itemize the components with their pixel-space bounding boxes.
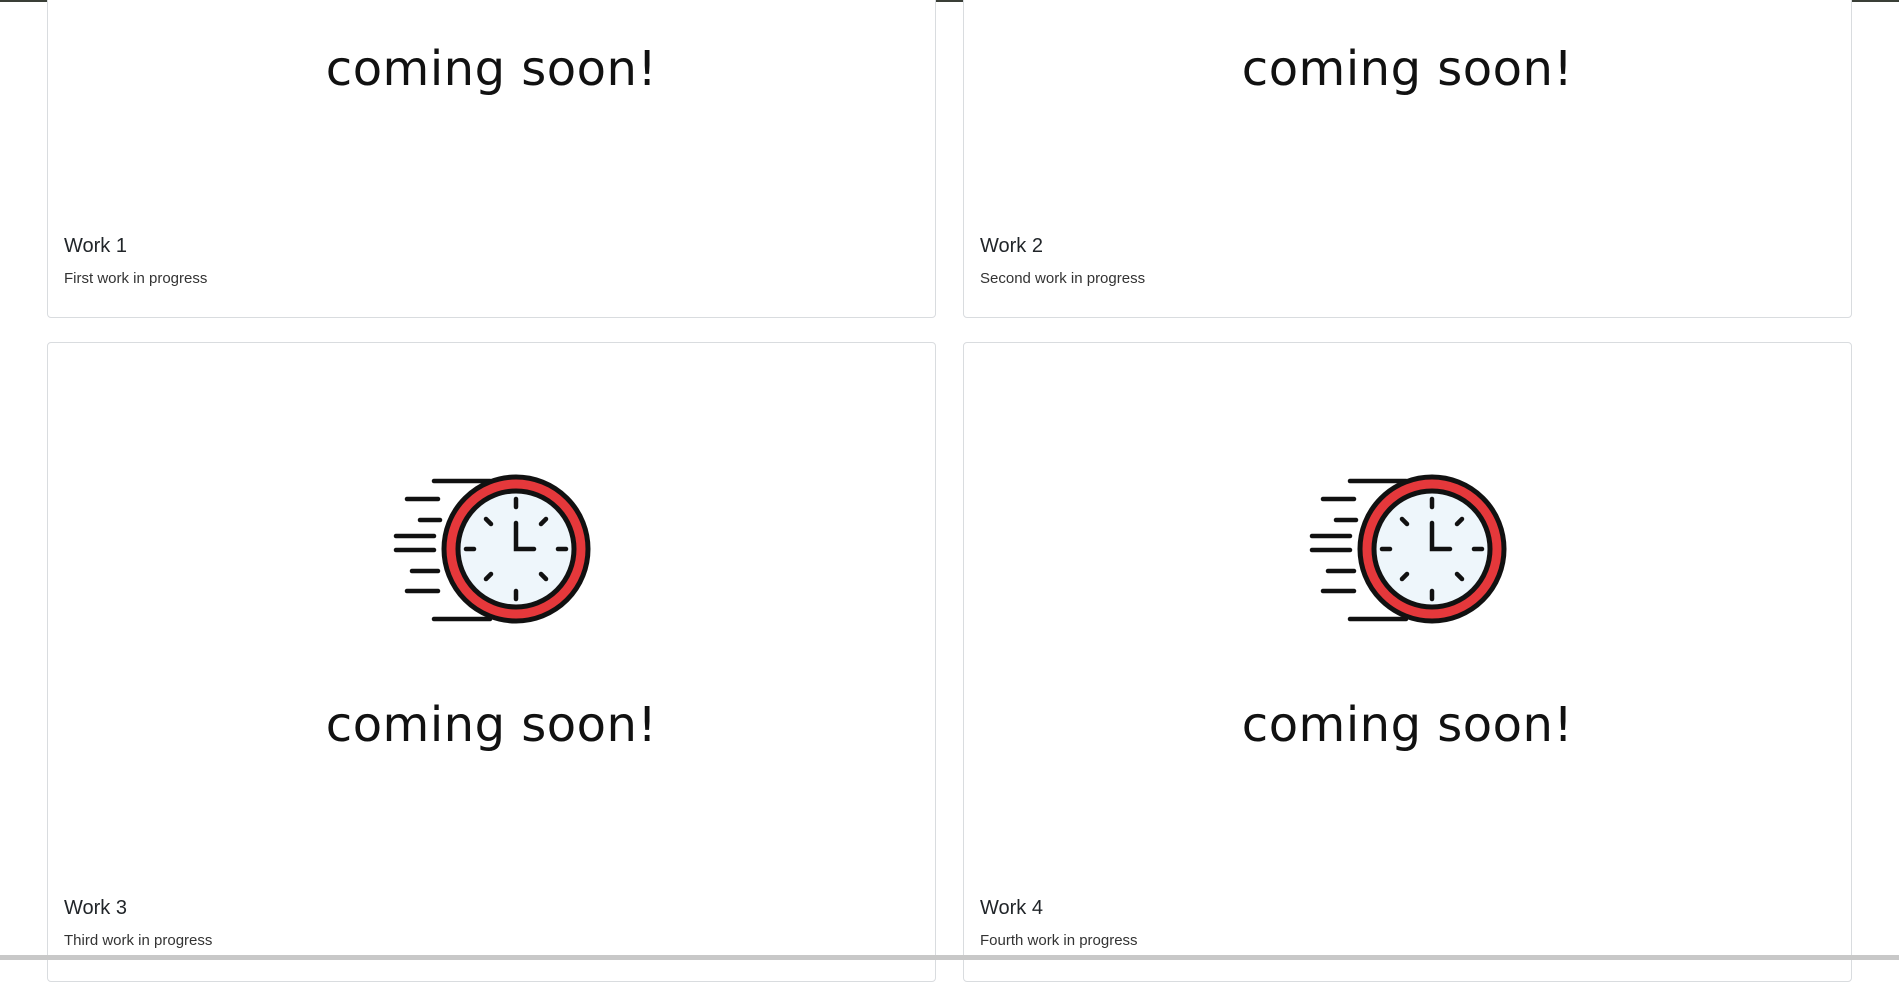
card-description: Second work in progress — [980, 270, 1145, 287]
card-image: coming soon! — [964, 41, 1851, 97]
card-description: Fourth work in progress — [980, 932, 1138, 949]
horizontal-scrollbar[interactable] — [0, 955, 1899, 960]
coming-soon-text: coming soon! — [1242, 697, 1573, 753]
work-card[interactable]: coming soon! Work 4 Fourth work in progr… — [963, 342, 1852, 982]
fast-clock-icon — [1306, 469, 1510, 629]
coming-soon-text: coming soon! — [326, 697, 657, 753]
card-image: coming soon! — [48, 41, 935, 97]
coming-soon-text: coming soon! — [1242, 41, 1573, 97]
card-image: coming soon! — [48, 469, 935, 753]
card-title: Work 3 — [64, 897, 127, 920]
card-title: Work 1 — [64, 235, 127, 258]
card-title: Work 4 — [980, 897, 1043, 920]
card-description: Third work in progress — [64, 932, 212, 949]
work-card[interactable]: coming soon! Work 1 First work in progre… — [47, 0, 936, 318]
card-image: coming soon! — [964, 469, 1851, 753]
work-card[interactable]: coming soon! Work 2 Second work in progr… — [963, 0, 1852, 318]
coming-soon-text: coming soon! — [326, 41, 657, 97]
work-card[interactable]: coming soon! Work 3 Third work in progre… — [47, 342, 936, 982]
fast-clock-icon — [390, 469, 594, 629]
card-description: First work in progress — [64, 270, 207, 287]
card-title: Work 2 — [980, 235, 1043, 258]
